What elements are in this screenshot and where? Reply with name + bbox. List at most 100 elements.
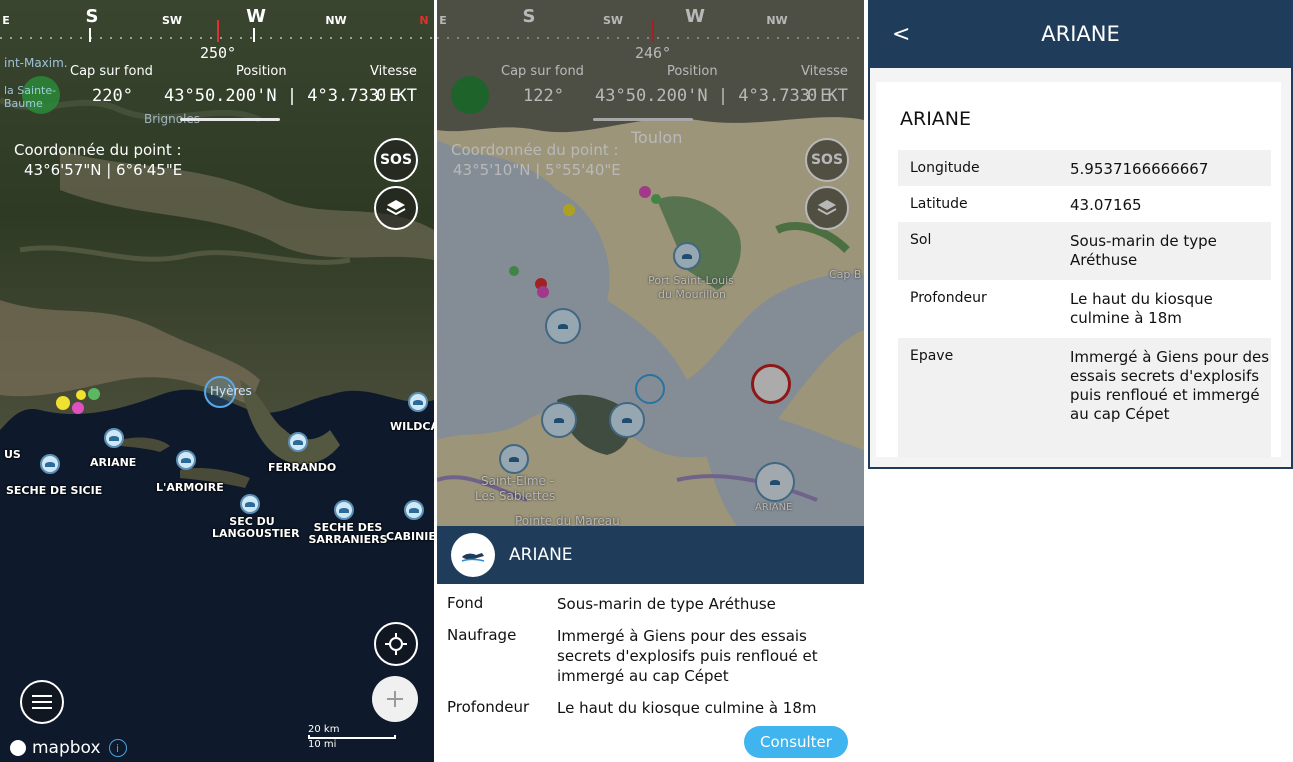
dive-marker[interactable] — [408, 392, 428, 412]
coord-value: 43°5'10"N | 5°55'40"E — [453, 161, 621, 179]
layers-icon — [817, 200, 837, 216]
point-coordinate: Coordonnée du point : 43°5'10"N | 5°55'4… — [451, 140, 621, 180]
sos-button[interactable]: SOS — [805, 138, 849, 182]
place-label: Toulon — [631, 128, 683, 147]
row-key: Sol — [910, 232, 932, 248]
dive-marker[interactable] — [176, 450, 196, 470]
anchor-marker[interactable] — [609, 402, 645, 438]
sheet-title: ARIANE — [509, 545, 573, 565]
heading-readout: 246° — [634, 44, 672, 62]
hamburger-icon — [32, 695, 52, 709]
consult-button[interactable]: Consulter — [744, 726, 848, 758]
gps-signal-icon — [451, 76, 489, 114]
compass-ticks — [0, 20, 434, 42]
speed-value: 0 KT — [807, 86, 848, 106]
scale-bar: 20 km 10 mi — [308, 724, 396, 750]
dive-marker[interactable] — [240, 494, 260, 514]
marker-label: FERRANDO — [268, 461, 337, 474]
poi-dot[interactable] — [651, 194, 661, 204]
compass-strip: E S SW W NW — [437, 0, 864, 42]
row-value: 5.9537166666667 — [1070, 160, 1209, 178]
heading-readout: 250° — [199, 44, 237, 62]
poi-dot[interactable] — [563, 204, 575, 216]
row-key: Fond — [447, 594, 484, 612]
dive-marker[interactable] — [40, 454, 60, 474]
detail-row: Latitude 43.07165 — [898, 186, 1271, 222]
poi-dot[interactable] — [88, 388, 100, 400]
place-label: ARIANE — [755, 502, 793, 513]
dive-marker[interactable] — [334, 500, 354, 520]
detail-row: Profondeur Le haut du kiosque culmine à … — [898, 280, 1271, 338]
coord-label: Coordonnée du point : — [451, 141, 619, 159]
place-label: Cap B — [829, 268, 862, 281]
layers-button[interactable] — [374, 186, 418, 230]
poi-dot[interactable] — [72, 402, 84, 414]
point-coordinate: Coordonnée du point : 43°6'57"N | 6°6'45… — [14, 140, 182, 180]
cap-label: Cap sur fond — [70, 64, 153, 79]
details-screen: < ARIANE ARIANE Longitude 5.953716666666… — [868, 0, 1293, 469]
dive-marker[interactable] — [404, 500, 424, 520]
anchor-marker[interactable] — [673, 242, 701, 270]
place-label: Hyères — [210, 384, 252, 398]
row-value: Immergé à Giens pour des essais secrets … — [1070, 348, 1270, 423]
speed-label: Vitesse — [370, 64, 417, 79]
target-reticle-icon — [635, 374, 665, 404]
chart-map-panel[interactable]: E S SW W NW 246° Cap sur fond Position V… — [437, 0, 864, 762]
row-key: Longitude — [910, 160, 980, 176]
details-title: ARIANE — [1041, 22, 1120, 46]
marker-label: L'ARMOIRE — [156, 481, 224, 494]
row-value: Immergé à Giens pour des essais secrets … — [557, 627, 818, 685]
drag-handle[interactable] — [180, 118, 280, 121]
row-key: Naufrage — [447, 626, 517, 644]
detail-row: Epave Immergé à Giens pour des essais se… — [898, 338, 1271, 458]
anchor-marker[interactable] — [545, 308, 581, 344]
sheet-header: ARIANE — [437, 526, 864, 584]
poi-dot[interactable] — [509, 266, 519, 276]
poi-dot[interactable] — [76, 390, 86, 400]
cap-value: 220° — [92, 86, 133, 106]
zoom-in-button[interactable] — [372, 676, 418, 722]
marker-label: SECHE DE SICIE — [6, 484, 103, 497]
locate-button[interactable] — [374, 622, 418, 666]
scale-km: 20 km — [308, 724, 340, 735]
marker-label: SEC DU LANGOUSTIER — [212, 515, 300, 540]
layers-icon — [386, 200, 406, 216]
crosshair-icon — [385, 633, 407, 655]
row-value: Sous-marin de type Aréthuse — [1070, 232, 1217, 269]
marker-label: CABINIE — [386, 530, 434, 543]
place-label: du Mourillon — [657, 288, 727, 301]
coord-label: Coordonnée du point : — [14, 141, 182, 159]
drag-handle[interactable] — [593, 118, 693, 121]
compass-strip: E S SW W NW N — [0, 0, 434, 42]
place-label: la Sainte-Baume — [4, 84, 57, 110]
dive-marker[interactable] — [288, 432, 308, 452]
satellite-map-panel[interactable]: E S SW W NW N 250° Cap sur fond Position… — [0, 0, 434, 762]
poi-dot[interactable] — [639, 186, 651, 198]
dive-marker[interactable] — [104, 428, 124, 448]
layers-button[interactable] — [805, 186, 849, 230]
anchor-marker[interactable] — [499, 444, 529, 474]
anchor-marker[interactable] — [541, 402, 577, 438]
details-sheet: ARIANE Fond Sous-marin de type Aréthuse … — [437, 526, 864, 762]
marker-label: ARIANE — [90, 456, 137, 469]
menu-button[interactable] — [20, 680, 64, 724]
sos-button[interactable]: SOS — [374, 138, 418, 182]
compass-ticks — [437, 20, 864, 42]
cap-value: 122° — [523, 86, 564, 106]
place-label: Saint-Elme - — [481, 474, 555, 488]
poi-dot[interactable] — [56, 396, 70, 410]
row-key: Latitude — [910, 196, 968, 212]
diver-icon — [451, 533, 495, 577]
info-icon[interactable]: i — [108, 739, 127, 757]
coord-value: 43°6'57"N | 6°6'45"E — [24, 161, 183, 179]
speed-label: Vitesse — [801, 64, 848, 79]
place-label: int-Maxim. — [4, 56, 68, 70]
row-value: Sous-marin de type Aréthuse — [557, 595, 776, 613]
position-value: 43°50.200'N | 4°3.733'E — [595, 86, 831, 106]
dive-site-marker[interactable] — [755, 462, 795, 502]
poi-dot[interactable] — [537, 286, 549, 298]
position-label: Position — [667, 64, 718, 79]
position-label: Position — [236, 64, 287, 79]
no-diving-icon[interactable] — [751, 364, 791, 404]
row-key: Profondeur — [910, 290, 987, 306]
